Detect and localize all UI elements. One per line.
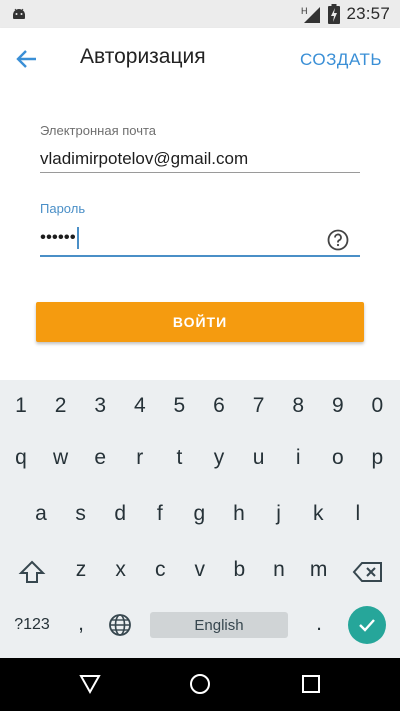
battery-charging-icon — [328, 4, 341, 24]
navigation-bar — [0, 658, 400, 711]
page-title: Авторизация — [80, 45, 206, 68]
key-s[interactable]: s — [68, 502, 94, 526]
login-form: Электронная почта vladimirpotelov@gmail.… — [0, 90, 400, 380]
key-x[interactable]: x — [108, 558, 134, 582]
key-e[interactable]: e — [87, 446, 113, 470]
key-6[interactable]: 6 — [206, 394, 232, 418]
login-button[interactable]: ВОЙТИ — [36, 302, 364, 342]
key-8[interactable]: 8 — [285, 394, 311, 418]
key-a[interactable]: a — [28, 502, 54, 526]
status-icons: H 23:57 — [300, 4, 390, 24]
comma-key[interactable]: , — [70, 612, 92, 636]
key-t[interactable]: t — [166, 446, 192, 470]
key-7[interactable]: 7 — [246, 394, 272, 418]
key-z[interactable]: z — [68, 558, 94, 582]
key-m[interactable]: m — [306, 558, 332, 582]
back-triangle-icon[interactable] — [78, 672, 102, 696]
email-label: Электронная почта — [40, 123, 157, 138]
arrow-left-icon[interactable] — [12, 44, 42, 74]
enter-check-icon — [359, 619, 375, 632]
android-icon — [13, 8, 25, 19]
keyboard: 1234567890 qwertyuiop asdfghjkl zxcvbnm ?12… — [0, 380, 400, 658]
key-l[interactable]: l — [345, 502, 371, 526]
key-d[interactable]: d — [107, 502, 133, 526]
app-bar: Авторизация СОЗДАТЬ — [0, 28, 400, 90]
recents-square-icon[interactable] — [299, 672, 323, 696]
key-g[interactable]: g — [186, 502, 212, 526]
password-value: •••••• — [40, 227, 76, 247]
symbols-key[interactable]: ?123 — [8, 616, 56, 634]
key-i[interactable]: i — [285, 446, 311, 470]
enter-key[interactable] — [348, 606, 386, 644]
key-0[interactable]: 0 — [364, 394, 390, 418]
key-q[interactable]: q — [8, 446, 34, 470]
space-key[interactable]: English — [150, 612, 288, 638]
question-circle-icon[interactable] — [327, 229, 349, 251]
key-j[interactable]: j — [266, 502, 292, 526]
email-field[interactable]: vladimirpotelov@gmail.com — [40, 149, 248, 169]
key-u[interactable]: u — [246, 446, 272, 470]
home-circle-icon[interactable] — [188, 672, 212, 696]
key-3[interactable]: 3 — [87, 394, 113, 418]
key-4[interactable]: 4 — [127, 394, 153, 418]
key-v[interactable]: v — [187, 558, 213, 582]
status-time: 23:57 — [346, 4, 390, 23]
key-1[interactable]: 1 — [8, 394, 34, 418]
key-9[interactable]: 9 — [325, 394, 351, 418]
key-n[interactable]: n — [266, 558, 292, 582]
globe-icon[interactable] — [108, 613, 132, 637]
backspace-icon[interactable] — [352, 560, 384, 584]
key-p[interactable]: p — [364, 446, 390, 470]
key-y[interactable]: y — [206, 446, 232, 470]
password-label: Пароль — [40, 201, 86, 216]
key-k[interactable]: k — [305, 502, 331, 526]
shift-icon[interactable] — [18, 558, 46, 586]
status-bar: H 23:57 — [0, 0, 400, 28]
period-key[interactable]: . — [308, 612, 330, 636]
key-h[interactable]: h — [226, 502, 252, 526]
key-w[interactable]: w — [48, 446, 74, 470]
key-b[interactable]: b — [226, 558, 252, 582]
signal-icon: H — [301, 6, 321, 23]
key-5[interactable]: 5 — [166, 394, 192, 418]
key-c[interactable]: c — [147, 558, 173, 582]
key-o[interactable]: o — [325, 446, 351, 470]
key-2[interactable]: 2 — [48, 394, 74, 418]
email-underline — [40, 172, 360, 173]
screen: H 23:57 Авторизация СОЗДАТЬ Электронная … — [0, 0, 400, 711]
network-type-label: H — [301, 6, 308, 16]
password-underline — [40, 255, 360, 257]
password-field[interactable]: •••••• — [40, 227, 79, 249]
key-r[interactable]: r — [127, 446, 153, 470]
create-account-button[interactable]: СОЗДАТЬ — [300, 50, 382, 70]
text-caret — [76, 227, 79, 249]
key-f[interactable]: f — [147, 502, 173, 526]
